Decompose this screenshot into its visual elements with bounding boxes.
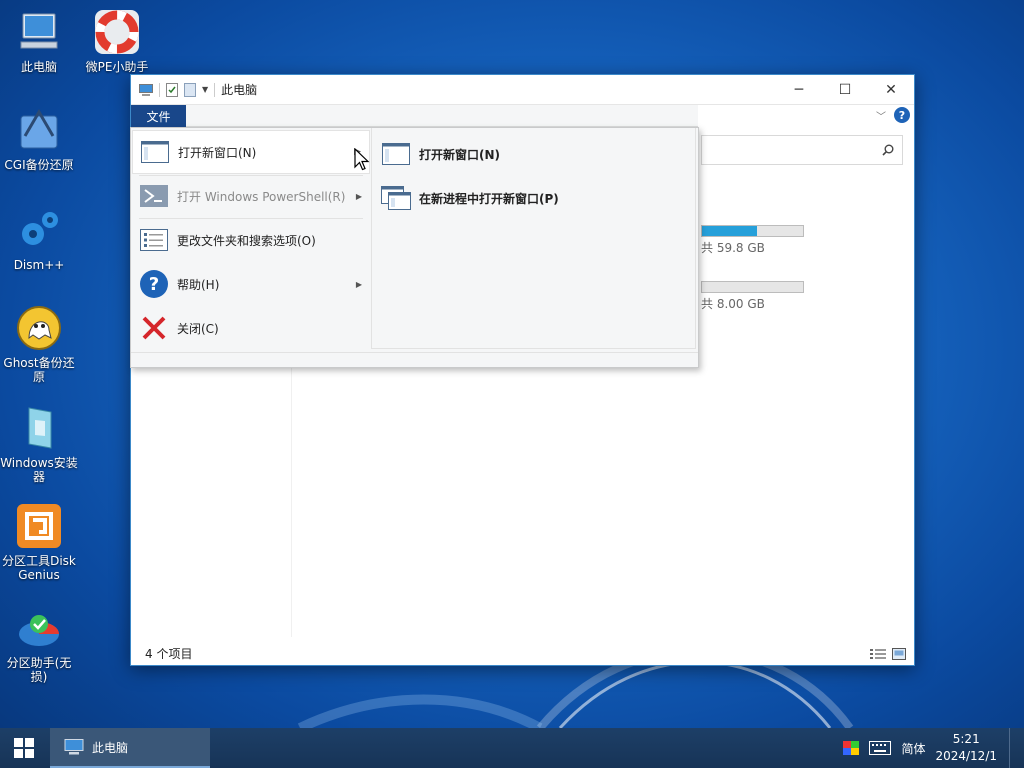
- powershell-icon: [138, 180, 170, 212]
- system-tray: 简体 5:21 2024/12/1: [843, 728, 1024, 768]
- ghost-icon: [17, 306, 61, 350]
- expand-ribbon-chevron-icon[interactable]: ﹀: [876, 108, 886, 123]
- ribbon-tab-strip: [186, 105, 698, 127]
- desktop-icon-diskgenius[interactable]: 分区工具DiskGenius: [0, 502, 78, 582]
- search-input[interactable]: [701, 135, 903, 165]
- desktop-icon-label: 分区助手(无损): [6, 656, 72, 684]
- desktop-icon-this-pc[interactable]: 此电脑: [0, 8, 78, 74]
- menu-footer-divider: [131, 352, 698, 353]
- taskbar: 此电脑 简体 5:21 2024/12/1: [0, 728, 1024, 768]
- desktop-icon-label: 分区工具DiskGenius: [2, 554, 76, 582]
- color-display-icon[interactable]: [843, 741, 860, 755]
- submenu-arrow-icon: ▶: [355, 279, 362, 289]
- desktop-icon-dism[interactable]: Dism++: [0, 206, 78, 272]
- customize-toolbar-chevron-icon[interactable]: ▼: [202, 85, 208, 94]
- installer-icon: [28, 407, 52, 449]
- desktop-icon-label: Dism++: [13, 258, 65, 272]
- new-folder-icon[interactable]: [184, 82, 196, 97]
- submenu-arrow-icon: ▶: [355, 191, 362, 201]
- close-icon: [138, 312, 170, 344]
- toolbar-separator: [214, 82, 216, 97]
- large-icons-view-icon[interactable]: [892, 648, 906, 660]
- lifebuoy-icon: [95, 10, 139, 54]
- help-icon[interactable]: ?: [894, 107, 910, 123]
- desktop-icon-label: 此电脑: [20, 60, 57, 74]
- keyboard-icon[interactable]: [869, 741, 892, 755]
- submenu-item-open-new-process[interactable]: 在新进程中打开新窗口(P): [380, 178, 692, 218]
- drive-usage-fill: [702, 226, 757, 236]
- menu-item-label: 帮助(H): [177, 277, 220, 292]
- open-new-window-submenu: 打开新窗口(N) 在新进程中打开新窗口(P): [371, 128, 696, 349]
- toolbar-separator: [159, 82, 160, 97]
- taskbar-app-label: 此电脑: [92, 740, 129, 755]
- partition-assistant-icon: [19, 615, 59, 646]
- mouse-cursor-icon: [354, 148, 370, 171]
- window-controls: ─ ☐ ✕: [776, 75, 914, 105]
- maximize-button[interactable]: ☐: [822, 75, 868, 105]
- ime-indicator[interactable]: 简体: [901, 740, 925, 757]
- drive-x[interactable]: 共 8.00 GB: [701, 281, 804, 312]
- menu-item-help[interactable]: ? 帮助(H) ▶: [132, 262, 370, 306]
- menu-item-open-powershell[interactable]: 打开 Windows PowerShell(R) ▶: [132, 174, 370, 218]
- submenu-item-label: 在新进程中打开新窗口(P): [419, 191, 559, 206]
- new-window-icon: [380, 140, 412, 168]
- window-title: 此电脑: [221, 83, 258, 97]
- desktop-icon-windows-installer[interactable]: Windows安装器: [0, 404, 78, 484]
- computer-small-icon: [139, 83, 153, 96]
- drive-usage-bar: [701, 281, 804, 293]
- submenu-item-open-new-window[interactable]: 打开新窗口(N): [380, 134, 692, 174]
- quick-access-toolbar: ▼: [131, 82, 216, 97]
- desktop-icon-label: CGI备份还原: [4, 158, 74, 172]
- drive-capacity: 共 59.8 GB: [701, 241, 765, 255]
- cgi-backup-icon: [20, 109, 58, 149]
- help-icon: ?: [138, 268, 170, 300]
- status-bar: 4 个项目: [131, 641, 914, 665]
- desktop-icon-label: Ghost备份还原: [3, 356, 75, 384]
- menu-item-label: 打开新窗口(N): [178, 145, 257, 160]
- search-icon: [882, 144, 894, 156]
- diskgenius-icon: [17, 504, 61, 548]
- new-process-window-icon: [380, 184, 412, 212]
- menu-item-label: 更改文件夹和搜索选项(O): [177, 233, 316, 248]
- drive-usage-bar: [701, 225, 804, 237]
- start-button[interactable]: [0, 728, 48, 768]
- taskbar-app-this-pc[interactable]: 此电脑: [50, 728, 210, 768]
- ribbon-right-controls: ﹀ ?: [876, 107, 910, 123]
- clock-time: 5:21: [952, 732, 980, 746]
- minimize-button[interactable]: ─: [776, 75, 822, 105]
- menu-item-folder-options[interactable]: 更改文件夹和搜索选项(O): [132, 218, 370, 262]
- desktop-icon-cgi[interactable]: CGI备份还原: [0, 106, 78, 172]
- clock[interactable]: 5:21 2024/12/1: [935, 731, 997, 765]
- show-desktop-button[interactable]: [1009, 728, 1014, 768]
- windows-logo-icon: [14, 738, 34, 758]
- properties-icon[interactable]: [166, 82, 178, 97]
- close-button[interactable]: ✕: [868, 75, 914, 105]
- menu-item-label: 关闭(C): [177, 321, 219, 336]
- file-menu-list: 打开新窗口(N) ▶ 打开 Windows PowerShell(R) ▶ 更改…: [131, 128, 371, 352]
- new-window-icon: [139, 136, 171, 168]
- menu-item-open-new-window[interactable]: 打开新窗口(N) ▶: [132, 130, 370, 174]
- file-tab[interactable]: 文件: [131, 105, 186, 127]
- clock-date: 2024/12/1: [935, 749, 997, 763]
- svg-text:?: ?: [149, 274, 159, 295]
- gears-icon: [22, 212, 58, 245]
- computer-icon: [64, 739, 84, 755]
- item-count: 4 个项目: [145, 646, 193, 661]
- desktop-icon-label: Windows安装器: [0, 456, 78, 484]
- drive-capacity: 共 8.00 GB: [701, 297, 765, 311]
- menu-item-close[interactable]: 关闭(C): [132, 306, 370, 350]
- desktop-icon-partition-assistant[interactable]: 分区助手(无损): [0, 604, 78, 684]
- details-view-icon[interactable]: [870, 648, 886, 660]
- view-buttons: [870, 648, 906, 660]
- submenu-item-label: 打开新窗口(N): [419, 147, 501, 162]
- desktop-icon-wepe-helper[interactable]: 微PE小助手: [78, 8, 156, 74]
- desktop-icon-ghost[interactable]: Ghost备份还原: [0, 304, 78, 384]
- menu-item-label: 打开 Windows PowerShell(R): [177, 189, 346, 204]
- drive-c[interactable]: 共 59.8 GB: [701, 225, 804, 256]
- folder-options-icon: [138, 224, 170, 256]
- desktop-icon-label: 微PE小助手: [85, 60, 149, 74]
- file-menu: 打开新窗口(N) ▶ 打开 Windows PowerShell(R) ▶ 更改…: [130, 127, 699, 368]
- computer-icon: [20, 13, 58, 49]
- title-bar: ▼ 此电脑 ─ ☐ ✕: [131, 75, 914, 105]
